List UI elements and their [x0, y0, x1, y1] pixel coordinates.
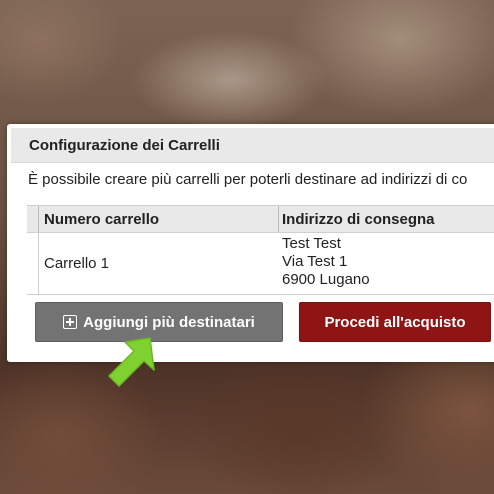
dialog-header: Configurazione dei Carrelli [11, 128, 494, 163]
address-line: Via Test 1 [282, 253, 348, 270]
header-delivery-address: Indirizzo di consegna [282, 211, 435, 228]
add-recipients-label: Aggiungi più destinatari [83, 313, 255, 331]
table-header: Numero carrello Indirizzo di consegna [27, 206, 494, 233]
dialog-title: Configurazione dei Carrelli [29, 137, 220, 154]
plus-square-icon [63, 315, 78, 329]
green-arrow-icon [108, 337, 155, 387]
proceed-label: Procedi all'acquisto [324, 313, 466, 331]
column-divider [38, 206, 39, 232]
address-line: 6900 Lugano [282, 271, 370, 288]
address-line: Test Test [282, 235, 341, 252]
cell-cart-name: Carrello 1 [44, 255, 110, 272]
column-divider [278, 206, 279, 232]
proceed-to-checkout-button[interactable]: Procedi all'acquisto [299, 302, 491, 342]
dialog-description: È possibile creare più carrelli per pote… [28, 171, 468, 188]
carts-table: Numero carrello Indirizzo di consegna Ca… [27, 205, 494, 295]
cart-configuration-dialog: Configurazione dei Carrelli È possibile … [7, 124, 494, 362]
header-cart-number: Numero carrello [44, 211, 160, 228]
row-divider [38, 232, 39, 294]
